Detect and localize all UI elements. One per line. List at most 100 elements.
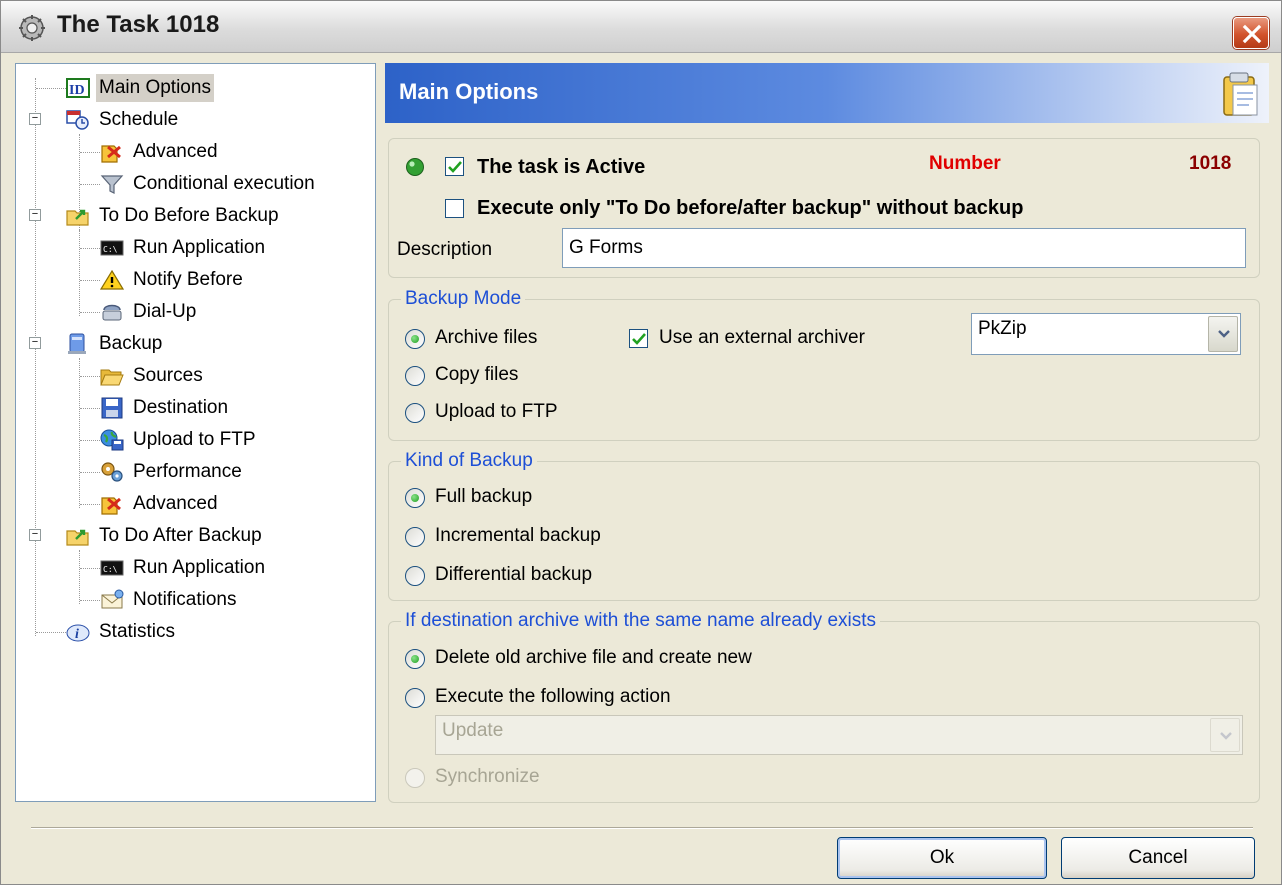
tree-label: Destination (133, 397, 229, 418)
kind-of-backup-group: Kind of Backup Full backup Incremental b… (388, 450, 1260, 601)
execute-only-label: Execute only "To Do before/after backup"… (477, 197, 1024, 219)
delete-old-archive-label: Delete old archive file and create new (435, 647, 752, 668)
radio-upload-to-ftp[interactable] (405, 403, 425, 423)
expander-schedule[interactable]: − (29, 113, 41, 125)
tree-label: Advanced (133, 493, 218, 514)
external-archiver-label: Use an external archiver (659, 327, 865, 348)
tree-label: Conditional execution (133, 173, 315, 194)
folder-open-icon (100, 369, 124, 386)
dialup-icon (102, 304, 122, 321)
external-archiver-checkbox[interactable] (629, 329, 648, 348)
expander-todo-after[interactable]: − (29, 529, 41, 541)
backup-mode-title: Backup Mode (401, 288, 526, 310)
envelope-icon (101, 589, 124, 609)
folder-arrow-icon (66, 209, 89, 226)
task-active-checkbox[interactable] (445, 157, 464, 176)
tree-label: Statistics (99, 621, 176, 642)
warning-icon (100, 269, 124, 290)
radio-copy-files[interactable] (405, 366, 425, 386)
radio-synchronize[interactable] (405, 768, 425, 788)
copy-files-label: Copy files (435, 364, 519, 385)
panel-title: Main Options (399, 79, 539, 104)
action-dropdown-button[interactable] (1210, 718, 1240, 752)
radio-delete-old-archive[interactable] (405, 649, 425, 669)
destination-exists-title: If destination archive with the same nam… (401, 610, 881, 632)
radio-incremental-backup[interactable] (405, 527, 425, 547)
task-dialog-window: The Task 1018 − − − − ID Main Options Sc… (0, 0, 1282, 885)
tree-label: Upload to FTP (133, 429, 256, 450)
tree-label: Performance (133, 461, 242, 482)
radio-execute-action[interactable] (405, 688, 425, 708)
floppy-disk-icon (101, 397, 123, 419)
close-button[interactable] (1233, 17, 1269, 49)
clipboard-icon (1223, 72, 1258, 116)
backup-mode-group: Backup Mode Archive files Copy files Upl… (388, 288, 1260, 441)
tree-label: Dial-Up (133, 301, 197, 322)
folder-arrow-icon (66, 529, 89, 546)
description-input[interactable]: G Forms (562, 228, 1246, 268)
app-gear-icon (19, 15, 45, 41)
execute-only-checkbox[interactable] (445, 199, 464, 218)
radio-full-backup[interactable] (405, 488, 425, 508)
svg-text:C:\: C:\ (103, 245, 118, 254)
cancel-button[interactable]: Cancel (1061, 837, 1255, 879)
tree-label: Backup (99, 333, 163, 354)
tree-label: Sources (133, 365, 203, 386)
expander-backup[interactable]: − (29, 337, 41, 349)
svg-text:ID: ID (69, 83, 85, 98)
tree-label: Run Application (133, 557, 266, 578)
tree-label: Notifications (133, 589, 237, 610)
svg-text:C:\: C:\ (103, 565, 118, 574)
close-icon (1242, 24, 1262, 44)
computer-icon (68, 333, 86, 354)
navigation-tree[interactable]: − − − − ID Main Options Schedule Advance… (15, 63, 376, 802)
gears-icon (101, 462, 123, 482)
console-icon: C:\ (100, 240, 124, 256)
number-label: Number (929, 153, 1001, 174)
panel-header: Main Options (385, 63, 1269, 123)
number-value: 1018 (1189, 153, 1232, 174)
task-active-label: The task is Active (477, 156, 646, 178)
description-label: Description (397, 239, 493, 260)
checkmark-icon (448, 161, 462, 173)
action-value: Update (442, 720, 504, 741)
console-icon: C:\ (100, 560, 124, 576)
tree-label: Advanced (133, 141, 218, 162)
tree-label: Notify Before (133, 269, 243, 290)
title-bar: The Task 1018 (1, 1, 1281, 53)
synchronize-label: Synchronize (435, 766, 540, 787)
advanced-settings-icon (101, 497, 121, 515)
archive-files-label: Archive files (435, 327, 538, 348)
id-icon: ID (66, 78, 90, 98)
tree-label: To Do After Backup (99, 525, 262, 546)
full-backup-label: Full backup (435, 486, 533, 507)
tree-label: Run Application (133, 237, 266, 258)
window-title: The Task 1018 (57, 11, 220, 38)
destination-exists-group: If destination archive with the same nam… (388, 610, 1260, 803)
radio-archive-files[interactable] (405, 329, 425, 349)
execute-action-label: Execute the following action (435, 686, 671, 707)
task-general-group: The task is Active Number 1018 Execute o… (388, 138, 1260, 278)
ok-button[interactable]: Ok (837, 837, 1047, 879)
globe-disk-icon (100, 429, 124, 451)
chevron-down-icon (1218, 330, 1230, 338)
expander-todo-before[interactable]: − (29, 209, 41, 221)
upload-to-ftp-label: Upload to FTP (435, 401, 558, 422)
action-select[interactable]: Update (435, 715, 1243, 755)
kind-of-backup-title: Kind of Backup (401, 450, 537, 472)
status-led-icon (406, 158, 424, 176)
tree-label: To Do Before Backup (99, 205, 279, 226)
archiver-select[interactable]: PkZip (971, 313, 1241, 355)
radio-differential-backup[interactable] (405, 566, 425, 586)
checkmark-icon (632, 333, 646, 345)
advanced-settings-icon (101, 145, 121, 163)
svg-text:i: i (75, 627, 79, 642)
archiver-value: PkZip (978, 318, 1027, 339)
incremental-backup-label: Incremental backup (435, 525, 601, 546)
calendar-clock-icon (66, 110, 89, 130)
funnel-icon (100, 175, 124, 194)
archiver-dropdown-button[interactable] (1208, 316, 1238, 352)
info-icon: i (66, 624, 90, 642)
tree-label: Schedule (99, 109, 179, 130)
footer-separator (31, 827, 1253, 829)
